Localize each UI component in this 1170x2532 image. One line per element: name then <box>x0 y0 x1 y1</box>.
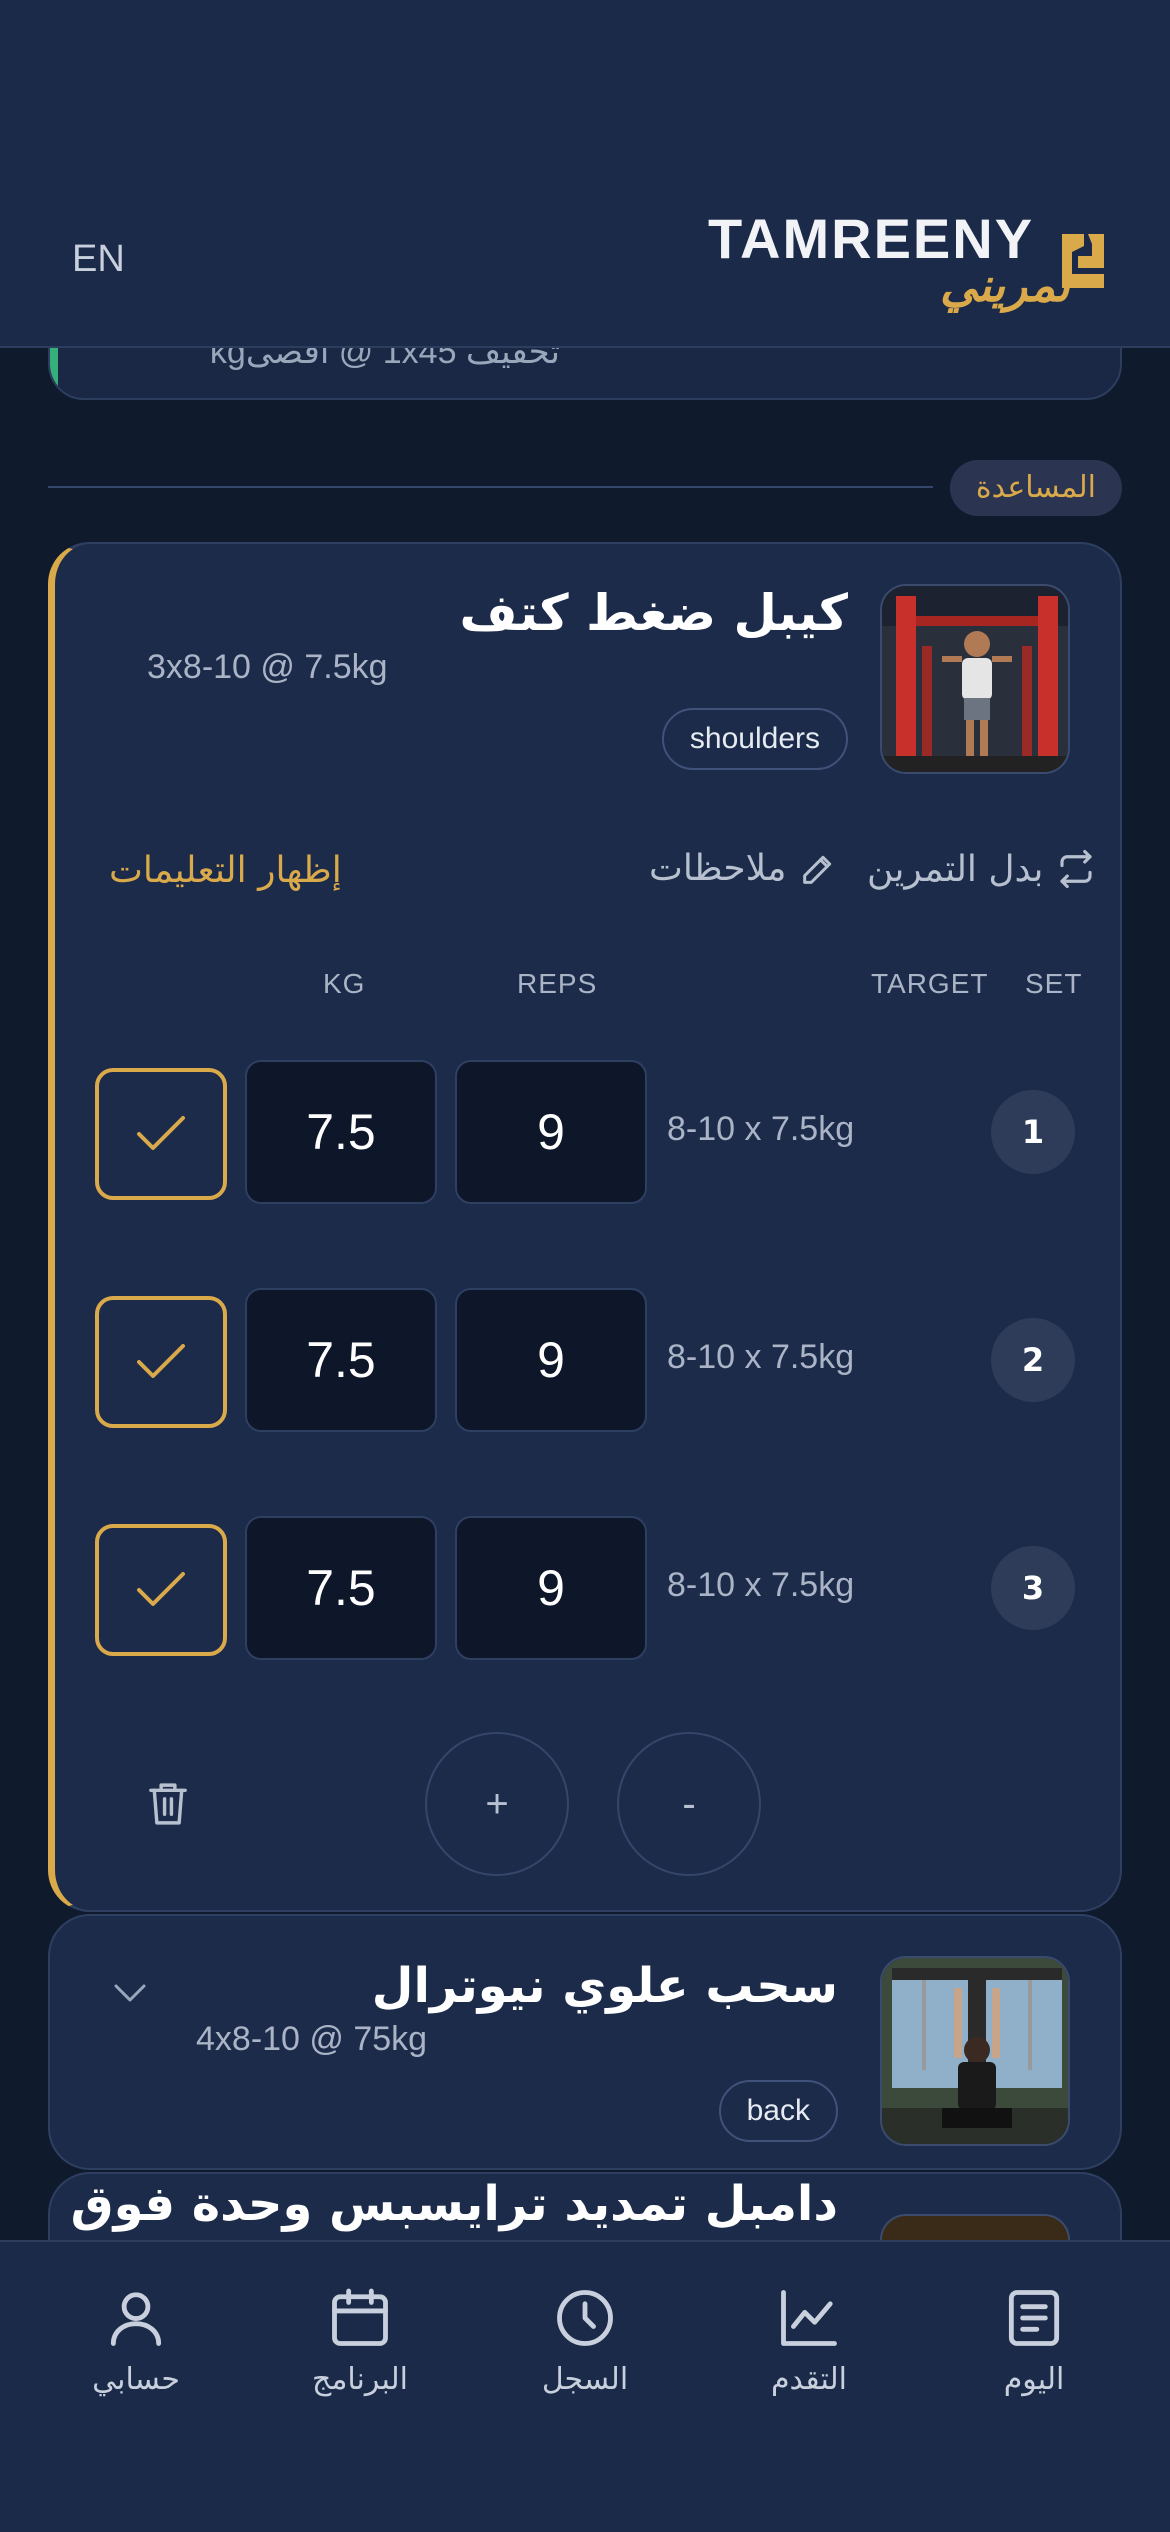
next-exercise-card[interactable]: سحب علوي نيوترال 4x8-10 @ 75kg back <box>48 1914 1122 2170</box>
bottom-nav: حسابي البرنامج السجل التقدم اليوم <box>0 2240 1170 2532</box>
set-target: 8-10 x 7.5kg <box>667 1338 855 1376</box>
chart-line-icon <box>781 2290 837 2346</box>
active-exercise-card: كيبل ضغط كتف 3x8-10 @ 7.5kg shoulders إظ… <box>48 542 1122 1912</box>
nav-label: حسابي <box>92 2362 180 2397</box>
calendar-icon <box>332 2288 388 2346</box>
nav-label: التقدم <box>770 2362 848 2397</box>
exercise-actions: إظهار التعليمات ملاحظات بدل التمرين <box>55 844 1120 904</box>
chevron-down-icon[interactable] <box>110 1978 150 2008</box>
set-row: 7.5 9 8-10 x 7.5kg 1 <box>55 1060 1120 1204</box>
column-header-kg: KG <box>323 968 366 999</box>
app-header: EN TAMREENY تمريني <box>0 0 1170 348</box>
nav-item-program[interactable]: البرنامج <box>280 2284 440 2397</box>
exercise-title: سحب علوي نيوترال <box>371 1958 838 2014</box>
logo-icon <box>1062 234 1104 288</box>
column-header-set: SET <box>1025 968 1083 999</box>
set-complete-checkbox[interactable] <box>95 1296 227 1428</box>
exercise-scheme: 3x8-10 @ 7.5kg <box>147 648 388 686</box>
notes-label: ملاحظات <box>649 848 787 889</box>
checkmark-icon <box>137 1572 185 1606</box>
muscle-tag: back <box>718 2080 838 2142</box>
checkmark-icon <box>137 1344 185 1378</box>
swap-exercise-button[interactable]: بدل التمرين <box>867 848 1097 890</box>
nav-item-today[interactable]: اليوم <box>954 2284 1114 2397</box>
section-divider: المساعدة <box>48 460 1122 516</box>
add-set-button[interactable]: + <box>425 1732 569 1876</box>
pencil-icon <box>803 855 832 884</box>
show-instructions-link[interactable]: إظهار التعليمات <box>109 850 342 891</box>
nav-label: السجل <box>541 2362 629 2397</box>
exercise-title: دامبل تمديد ترايسبس وحدة فوق <box>70 2176 838 2232</box>
kg-input[interactable]: 7.5 <box>245 1516 437 1660</box>
column-header-reps: REPS <box>517 968 598 999</box>
brand-name-arabic: تمريني <box>940 258 1070 312</box>
nav-item-account[interactable]: حسابي <box>56 2284 216 2397</box>
set-target: 8-10 x 7.5kg <box>667 1566 855 1604</box>
kg-input[interactable]: 7.5 <box>245 1288 437 1432</box>
remove-set-button[interactable]: - <box>617 1732 761 1876</box>
swap-arrows-icon <box>1060 849 1093 889</box>
checkmark-icon <box>137 1116 185 1150</box>
set-row: 7.5 9 8-10 x 7.5kg 2 <box>55 1288 1120 1432</box>
column-header-target: TARGET <box>871 968 989 999</box>
exercise-title: كيبل ضغط كتف <box>459 584 848 642</box>
exercise-thumbnail[interactable] <box>880 584 1070 774</box>
trash-icon[interactable] <box>147 1780 189 1828</box>
reps-input[interactable]: 9 <box>455 1288 647 1432</box>
notes-button[interactable]: ملاحظات <box>649 848 838 889</box>
kg-input[interactable]: 7.5 <box>245 1060 437 1204</box>
reps-input[interactable]: 9 <box>455 1060 647 1204</box>
set-complete-checkbox[interactable] <box>95 1524 227 1656</box>
exercise-scheme: 4x8-10 @ 75kg <box>196 2020 428 2058</box>
set-number: 1 <box>991 1090 1075 1174</box>
list-icon <box>1008 2290 1060 2346</box>
user-icon <box>110 2292 162 2346</box>
set-row: 7.5 9 8-10 x 7.5kg 3 <box>55 1516 1120 1660</box>
language-toggle[interactable]: EN <box>72 238 125 281</box>
scroll-content: تخفيف 1x45 @ أقصىkg المساعدة كيبل ضغط كت… <box>0 0 1170 2532</box>
set-number: 2 <box>991 1318 1075 1402</box>
nav-label: البرنامج <box>311 2362 408 2397</box>
nav-label: اليوم <box>1003 2362 1065 2397</box>
exercise-thumbnail[interactable] <box>880 1956 1070 2146</box>
reps-input[interactable]: 9 <box>455 1516 647 1660</box>
nav-item-progress[interactable]: التقدم <box>729 2284 889 2397</box>
set-number: 3 <box>991 1546 1075 1630</box>
set-target: 8-10 x 7.5kg <box>667 1110 855 1148</box>
nav-item-history[interactable]: السجل <box>505 2284 665 2397</box>
set-complete-checkbox[interactable] <box>95 1068 227 1200</box>
muscle-tag: shoulders <box>661 708 848 770</box>
clock-icon <box>557 2290 613 2346</box>
section-label-accessory: المساعدة <box>949 460 1122 516</box>
section-line <box>48 486 933 488</box>
swap-label: بدل التمرين <box>867 848 1044 890</box>
